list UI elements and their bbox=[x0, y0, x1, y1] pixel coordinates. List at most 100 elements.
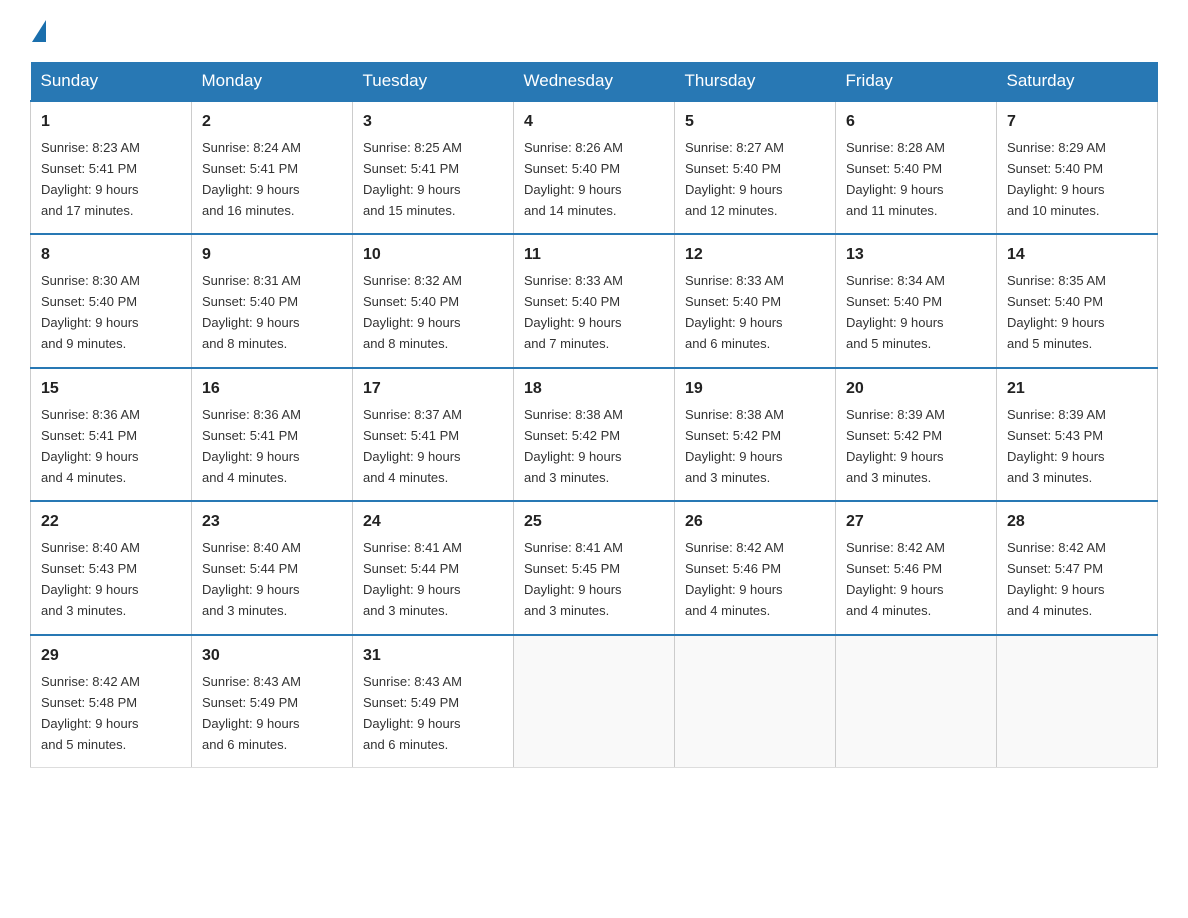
calendar-cell: 22 Sunrise: 8:40 AMSunset: 5:43 PMDaylig… bbox=[31, 501, 192, 634]
day-info: Sunrise: 8:30 AMSunset: 5:40 PMDaylight:… bbox=[41, 273, 140, 351]
calendar-cell: 23 Sunrise: 8:40 AMSunset: 5:44 PMDaylig… bbox=[192, 501, 353, 634]
day-info: Sunrise: 8:36 AMSunset: 5:41 PMDaylight:… bbox=[202, 407, 301, 485]
calendar-week-row: 29 Sunrise: 8:42 AMSunset: 5:48 PMDaylig… bbox=[31, 635, 1158, 768]
calendar-cell bbox=[675, 635, 836, 768]
calendar-week-row: 22 Sunrise: 8:40 AMSunset: 5:43 PMDaylig… bbox=[31, 501, 1158, 634]
day-number: 18 bbox=[524, 377, 664, 402]
weekday-header-monday: Monday bbox=[192, 62, 353, 101]
weekday-header-thursday: Thursday bbox=[675, 62, 836, 101]
calendar-week-row: 8 Sunrise: 8:30 AMSunset: 5:40 PMDayligh… bbox=[31, 234, 1158, 367]
day-number: 12 bbox=[685, 243, 825, 268]
weekday-header-saturday: Saturday bbox=[997, 62, 1158, 101]
day-number: 24 bbox=[363, 510, 503, 535]
calendar-cell: 29 Sunrise: 8:42 AMSunset: 5:48 PMDaylig… bbox=[31, 635, 192, 768]
day-info: Sunrise: 8:29 AMSunset: 5:40 PMDaylight:… bbox=[1007, 140, 1106, 218]
day-info: Sunrise: 8:33 AMSunset: 5:40 PMDaylight:… bbox=[685, 273, 784, 351]
day-info: Sunrise: 8:43 AMSunset: 5:49 PMDaylight:… bbox=[202, 674, 301, 752]
day-info: Sunrise: 8:41 AMSunset: 5:44 PMDaylight:… bbox=[363, 540, 462, 618]
weekday-header-tuesday: Tuesday bbox=[353, 62, 514, 101]
calendar-cell: 25 Sunrise: 8:41 AMSunset: 5:45 PMDaylig… bbox=[514, 501, 675, 634]
calendar-cell: 20 Sunrise: 8:39 AMSunset: 5:42 PMDaylig… bbox=[836, 368, 997, 501]
calendar-cell: 26 Sunrise: 8:42 AMSunset: 5:46 PMDaylig… bbox=[675, 501, 836, 634]
day-info: Sunrise: 8:34 AMSunset: 5:40 PMDaylight:… bbox=[846, 273, 945, 351]
day-number: 5 bbox=[685, 110, 825, 135]
day-number: 30 bbox=[202, 644, 342, 669]
calendar-cell: 1 Sunrise: 8:23 AMSunset: 5:41 PMDayligh… bbox=[31, 101, 192, 234]
logo bbox=[30, 20, 46, 44]
day-number: 29 bbox=[41, 644, 181, 669]
day-info: Sunrise: 8:39 AMSunset: 5:42 PMDaylight:… bbox=[846, 407, 945, 485]
calendar-cell: 28 Sunrise: 8:42 AMSunset: 5:47 PMDaylig… bbox=[997, 501, 1158, 634]
day-number: 20 bbox=[846, 377, 986, 402]
day-number: 14 bbox=[1007, 243, 1147, 268]
weekday-header-row: SundayMondayTuesdayWednesdayThursdayFrid… bbox=[31, 62, 1158, 101]
day-info: Sunrise: 8:42 AMSunset: 5:48 PMDaylight:… bbox=[41, 674, 140, 752]
day-info: Sunrise: 8:31 AMSunset: 5:40 PMDaylight:… bbox=[202, 273, 301, 351]
day-info: Sunrise: 8:25 AMSunset: 5:41 PMDaylight:… bbox=[363, 140, 462, 218]
calendar-cell bbox=[997, 635, 1158, 768]
day-number: 27 bbox=[846, 510, 986, 535]
calendar-cell: 17 Sunrise: 8:37 AMSunset: 5:41 PMDaylig… bbox=[353, 368, 514, 501]
day-number: 31 bbox=[363, 644, 503, 669]
weekday-header-sunday: Sunday bbox=[31, 62, 192, 101]
calendar-cell: 18 Sunrise: 8:38 AMSunset: 5:42 PMDaylig… bbox=[514, 368, 675, 501]
calendar-week-row: 15 Sunrise: 8:36 AMSunset: 5:41 PMDaylig… bbox=[31, 368, 1158, 501]
calendar-cell: 21 Sunrise: 8:39 AMSunset: 5:43 PMDaylig… bbox=[997, 368, 1158, 501]
calendar-cell: 19 Sunrise: 8:38 AMSunset: 5:42 PMDaylig… bbox=[675, 368, 836, 501]
day-number: 3 bbox=[363, 110, 503, 135]
calendar-cell: 6 Sunrise: 8:28 AMSunset: 5:40 PMDayligh… bbox=[836, 101, 997, 234]
day-info: Sunrise: 8:39 AMSunset: 5:43 PMDaylight:… bbox=[1007, 407, 1106, 485]
day-info: Sunrise: 8:24 AMSunset: 5:41 PMDaylight:… bbox=[202, 140, 301, 218]
day-number: 28 bbox=[1007, 510, 1147, 535]
calendar-cell: 7 Sunrise: 8:29 AMSunset: 5:40 PMDayligh… bbox=[997, 101, 1158, 234]
day-info: Sunrise: 8:40 AMSunset: 5:43 PMDaylight:… bbox=[41, 540, 140, 618]
day-info: Sunrise: 8:37 AMSunset: 5:41 PMDaylight:… bbox=[363, 407, 462, 485]
day-number: 10 bbox=[363, 243, 503, 268]
calendar-cell: 3 Sunrise: 8:25 AMSunset: 5:41 PMDayligh… bbox=[353, 101, 514, 234]
weekday-header-friday: Friday bbox=[836, 62, 997, 101]
calendar-cell: 4 Sunrise: 8:26 AMSunset: 5:40 PMDayligh… bbox=[514, 101, 675, 234]
day-info: Sunrise: 8:38 AMSunset: 5:42 PMDaylight:… bbox=[524, 407, 623, 485]
day-info: Sunrise: 8:42 AMSunset: 5:46 PMDaylight:… bbox=[846, 540, 945, 618]
calendar-cell: 24 Sunrise: 8:41 AMSunset: 5:44 PMDaylig… bbox=[353, 501, 514, 634]
day-number: 2 bbox=[202, 110, 342, 135]
day-number: 17 bbox=[363, 377, 503, 402]
calendar-week-row: 1 Sunrise: 8:23 AMSunset: 5:41 PMDayligh… bbox=[31, 101, 1158, 234]
day-info: Sunrise: 8:40 AMSunset: 5:44 PMDaylight:… bbox=[202, 540, 301, 618]
calendar-cell: 5 Sunrise: 8:27 AMSunset: 5:40 PMDayligh… bbox=[675, 101, 836, 234]
day-info: Sunrise: 8:32 AMSunset: 5:40 PMDaylight:… bbox=[363, 273, 462, 351]
day-number: 4 bbox=[524, 110, 664, 135]
day-number: 15 bbox=[41, 377, 181, 402]
day-number: 7 bbox=[1007, 110, 1147, 135]
day-info: Sunrise: 8:27 AMSunset: 5:40 PMDaylight:… bbox=[685, 140, 784, 218]
day-number: 22 bbox=[41, 510, 181, 535]
day-info: Sunrise: 8:36 AMSunset: 5:41 PMDaylight:… bbox=[41, 407, 140, 485]
day-info: Sunrise: 8:41 AMSunset: 5:45 PMDaylight:… bbox=[524, 540, 623, 618]
day-info: Sunrise: 8:42 AMSunset: 5:46 PMDaylight:… bbox=[685, 540, 784, 618]
calendar-cell: 2 Sunrise: 8:24 AMSunset: 5:41 PMDayligh… bbox=[192, 101, 353, 234]
day-number: 13 bbox=[846, 243, 986, 268]
weekday-header-wednesday: Wednesday bbox=[514, 62, 675, 101]
day-number: 9 bbox=[202, 243, 342, 268]
calendar-cell: 13 Sunrise: 8:34 AMSunset: 5:40 PMDaylig… bbox=[836, 234, 997, 367]
calendar-cell bbox=[514, 635, 675, 768]
calendar-cell: 30 Sunrise: 8:43 AMSunset: 5:49 PMDaylig… bbox=[192, 635, 353, 768]
day-number: 11 bbox=[524, 243, 664, 268]
day-number: 25 bbox=[524, 510, 664, 535]
day-number: 19 bbox=[685, 377, 825, 402]
calendar-cell: 11 Sunrise: 8:33 AMSunset: 5:40 PMDaylig… bbox=[514, 234, 675, 367]
calendar-cell: 15 Sunrise: 8:36 AMSunset: 5:41 PMDaylig… bbox=[31, 368, 192, 501]
calendar-cell: 27 Sunrise: 8:42 AMSunset: 5:46 PMDaylig… bbox=[836, 501, 997, 634]
day-info: Sunrise: 8:42 AMSunset: 5:47 PMDaylight:… bbox=[1007, 540, 1106, 618]
logo-triangle-icon bbox=[32, 20, 46, 42]
day-number: 8 bbox=[41, 243, 181, 268]
day-number: 21 bbox=[1007, 377, 1147, 402]
calendar-table: SundayMondayTuesdayWednesdayThursdayFrid… bbox=[30, 62, 1158, 768]
day-info: Sunrise: 8:33 AMSunset: 5:40 PMDaylight:… bbox=[524, 273, 623, 351]
day-number: 23 bbox=[202, 510, 342, 535]
calendar-cell: 16 Sunrise: 8:36 AMSunset: 5:41 PMDaylig… bbox=[192, 368, 353, 501]
calendar-cell bbox=[836, 635, 997, 768]
day-number: 1 bbox=[41, 110, 181, 135]
calendar-cell: 31 Sunrise: 8:43 AMSunset: 5:49 PMDaylig… bbox=[353, 635, 514, 768]
calendar-cell: 12 Sunrise: 8:33 AMSunset: 5:40 PMDaylig… bbox=[675, 234, 836, 367]
